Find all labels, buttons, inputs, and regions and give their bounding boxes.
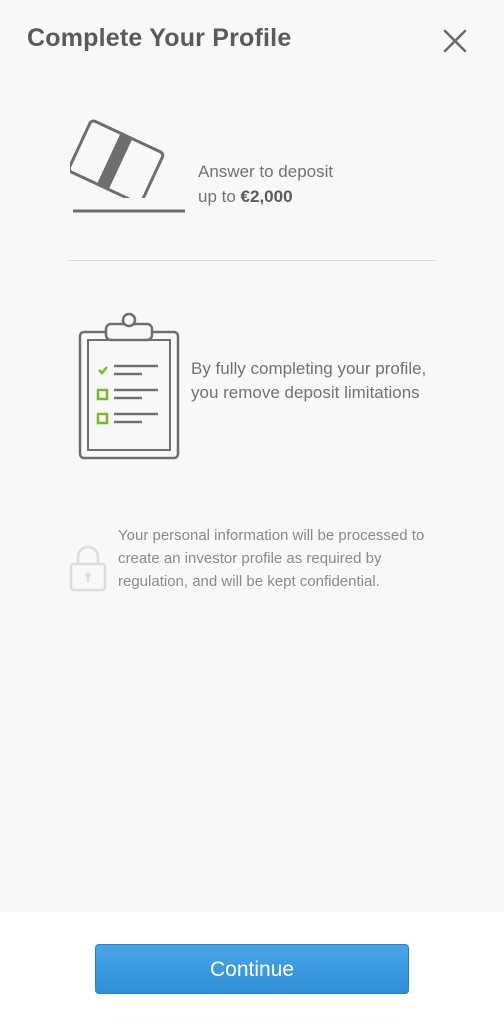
- deposit-info: Answer to deposit up to €2,000: [67, 118, 450, 295]
- page-title: Complete Your Profile: [27, 24, 292, 52]
- continue-button[interactable]: Continue: [95, 944, 409, 994]
- deposit-line2: up to €2,000: [198, 184, 418, 209]
- lock-icon: [68, 542, 108, 597]
- credit-card-icon: [67, 118, 188, 295]
- deposit-amount: €2,000: [240, 187, 293, 206]
- clipboard-checklist-icon: [76, 310, 182, 467]
- close-icon[interactable]: [440, 26, 470, 56]
- deposit-line1: Answer to deposit: [198, 162, 334, 181]
- privacy-info: Your personal information will be proces…: [68, 524, 448, 624]
- deposit-text: Answer to deposit up to €2,000: [198, 159, 418, 209]
- deposit-prefix: up to: [198, 187, 241, 206]
- divider: [68, 260, 436, 261]
- footer: Continue: [0, 912, 504, 1024]
- header: Complete Your Profile: [0, 0, 504, 82]
- limitations-text: By fully completing your profile, you re…: [191, 359, 427, 402]
- privacy-text: Your personal information will be proces…: [118, 527, 425, 590]
- limitations-info: By fully completing your profile, you re…: [76, 310, 456, 470]
